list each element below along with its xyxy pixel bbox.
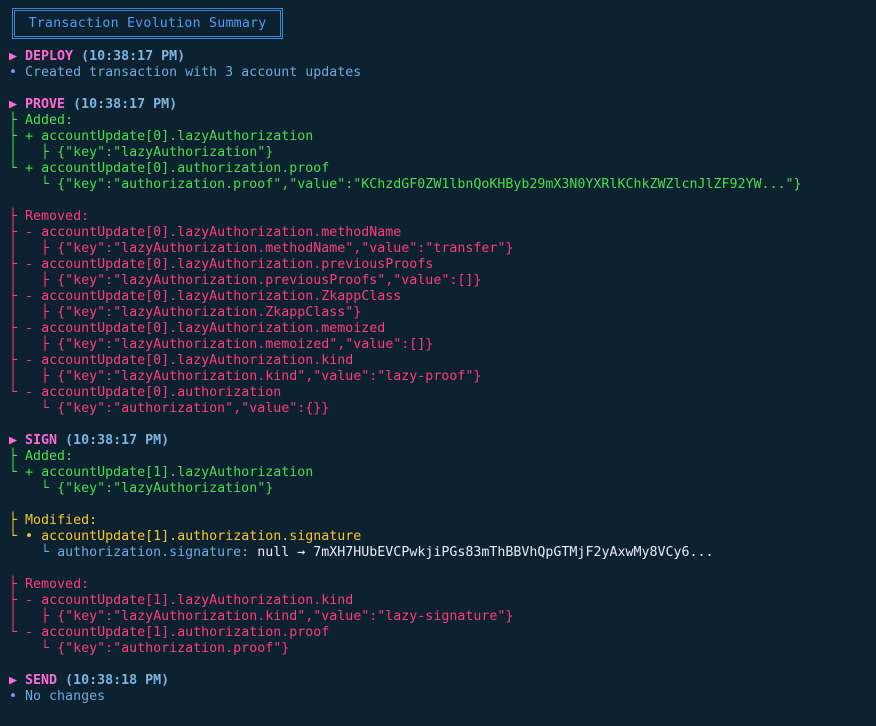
change-detail: │ ├ {"key":"lazyAuthorization.kind","val… (9, 609, 514, 624)
change-detail: └ {"key":"authorization.proof"} (41, 641, 290, 656)
section-header-send: ▶ SEND (10:38:18 PM) (9, 673, 170, 688)
summary-title-box: Transaction Evolution Summary (12, 8, 283, 39)
section-arrow-icon: ▶ (9, 49, 18, 64)
change-path: ├ - accountUpdate[0].lazyAuthorization.k… (9, 353, 354, 368)
sign-removed-label: ├ Removed: (9, 577, 90, 592)
change-detail: └ {"key":"authorization","value":{}} (41, 401, 330, 416)
change-detail: └ {"key":"lazyAuthorization"} (41, 481, 274, 496)
section-time: (10:38:17 PM) (81, 49, 186, 64)
section-time: (10:38:17 PM) (73, 97, 178, 112)
change-path: └ + accountUpdate[1].lazyAuthorization (9, 465, 314, 480)
sign-added-label: ├ Added: (9, 449, 74, 464)
summary-title: Transaction Evolution Summary (28, 16, 267, 31)
change-detail: └ authorization.signature: null → 7mXH7H… (41, 545, 714, 560)
section-arrow-icon: ▶ (9, 433, 18, 448)
change-detail: │ ├ {"key":"lazyAuthorization.ZkappClass… (9, 305, 362, 320)
section-header-deploy: ▶ DEPLOY (10:38:17 PM) (9, 49, 186, 64)
bullet-icon: • (9, 689, 18, 704)
change-path: └ - accountUpdate[0].authorization (9, 385, 282, 400)
prove-added-label: ├ Added: (9, 113, 74, 128)
section-header-sign: ▶ SIGN (10:38:17 PM) (9, 433, 170, 448)
change-path: └ + accountUpdate[0].authorization.proof (9, 161, 330, 176)
change-detail: │ ├ {"key":"lazyAuthorization.memoized",… (9, 337, 434, 352)
terminal-window: Transaction Evolution Summary ▶ DEPLOY (… (0, 0, 876, 726)
deploy-summary-line: • Created transaction with 3 account upd… (9, 65, 362, 80)
bullet-icon: • (9, 65, 18, 80)
change-detail: │ ├ {"key":"lazyAuthorization.previousPr… (9, 273, 482, 288)
change-detail: │ ├ {"key":"lazyAuthorization.methodName… (9, 241, 514, 256)
change-path: ├ - accountUpdate[0].lazyAuthorization.m… (9, 321, 386, 336)
section-arrow-icon: ▶ (9, 97, 18, 112)
send-summary-line: • No changes (9, 689, 106, 704)
change-path: ├ - accountUpdate[1].lazyAuthorization.k… (9, 593, 354, 608)
section-time: (10:38:18 PM) (65, 673, 170, 688)
section-header-prove: ▶ PROVE (10:38:17 PM) (9, 97, 178, 112)
change-detail: └ {"key":"authorization.proof","value":"… (41, 177, 802, 192)
modified-change: null → 7mXH7HUbEVCPwkjiPGs83mThBBVhQpGTM… (257, 545, 714, 560)
change-detail: │ ├ {"key":"lazyAuthorization"} (9, 145, 274, 160)
change-path: └ • accountUpdate[1].authorization.signa… (9, 529, 362, 544)
change-path: ├ + accountUpdate[0].lazyAuthorization (9, 129, 314, 144)
section-arrow-icon: ▶ (9, 673, 18, 688)
change-path: ├ - accountUpdate[0].lazyAuthorization.m… (9, 225, 402, 240)
modified-field: authorization.signature: (57, 545, 250, 560)
prove-removed-label: ├ Removed: (9, 209, 90, 224)
section-time: (10:38:17 PM) (65, 433, 170, 448)
change-path: ├ - accountUpdate[0].lazyAuthorization.p… (9, 257, 434, 272)
change-path: └ - accountUpdate[1].authorization.proof (9, 625, 330, 640)
change-detail: │ ├ {"key":"lazyAuthorization.kind","val… (9, 369, 482, 384)
sign-modified-label: ├ Modified: (9, 513, 98, 528)
change-path: ├ - accountUpdate[0].lazyAuthorization.Z… (9, 289, 402, 304)
